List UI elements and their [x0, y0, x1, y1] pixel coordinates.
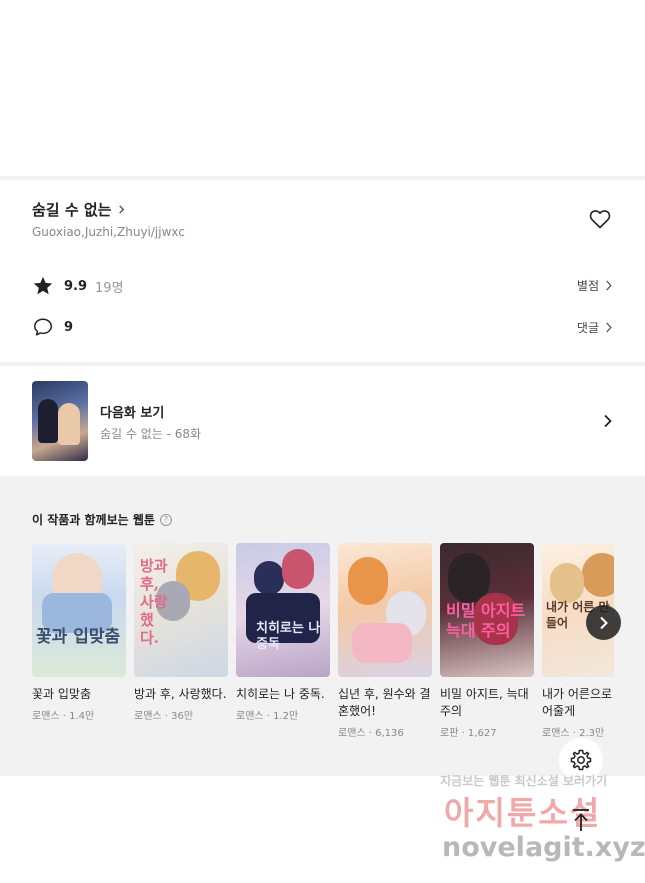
- recommendation-list: 꽃과 입맞춤 꽃과 입맞춤 로맨스 · 1.4만 방과 후, 사랑했다. 방과 …: [32, 543, 614, 753]
- chevron-right-icon: [606, 280, 612, 291]
- watermark-line3: novelagit.xyz: [442, 832, 645, 863]
- scroll-top-button[interactable]: [559, 798, 603, 842]
- next-episode-thumbnail: [32, 381, 88, 461]
- star-icon: [33, 276, 53, 295]
- next-episode-subtitle: 숨길 수 없는 - 68화: [100, 427, 202, 441]
- recommendation-title: 치히로는 나 중독.: [236, 687, 325, 701]
- recommendation-meta: 로맨스 · 2.3만: [542, 728, 605, 739]
- rating-count: 19명: [95, 280, 124, 296]
- recommendation-item[interactable]: 십년 후, 원수와 결혼했어! 로맨스 · 6,136: [338, 543, 432, 739]
- work-authors: Guoxiao,Juzhi,Zhuyi/jjwxc: [32, 225, 185, 239]
- heart-outline-icon[interactable]: [588, 207, 612, 231]
- chevron-right-icon: [606, 322, 612, 333]
- recommendation-cover: 비밀 아지트 늑대 주의: [440, 543, 534, 677]
- recommendation-title: 십년 후, 원수와 결혼했어!: [338, 687, 431, 718]
- rating-link-label: 별점: [576, 279, 599, 293]
- comment-link[interactable]: 댓글: [577, 319, 613, 336]
- recommendation-meta: 로맨스 · 1.4만: [32, 711, 95, 722]
- recommendation-title: 방과 후, 사랑했다.: [134, 687, 227, 701]
- recommendation-title: 내가 어른으로 들어줄게: [542, 687, 614, 718]
- comment-count: 9: [64, 319, 74, 335]
- recommendation-meta: 로판 · 1,627: [440, 728, 497, 739]
- recommendation-cover: [338, 543, 432, 677]
- recommendation-item[interactable]: 꽃과 입맞춤 꽃과 입맞춤 로맨스 · 1.4만: [32, 543, 126, 722]
- cover-title-text: 꽃과 입맞춤: [36, 627, 121, 647]
- work-info-card: 숨길 수 없는 Guoxiao,Juzhi,Zhuyi/jjwxc 9.9 19…: [0, 180, 645, 362]
- recommendations-heading-text: 이 작품과 함께보는 웹툰: [32, 513, 155, 527]
- recommendation-cover: 치히로는 나 중독: [236, 543, 330, 677]
- recommendation-title: 꽃과 입맞춤: [32, 687, 92, 701]
- rating-value: 9.9: [64, 278, 88, 294]
- comment-link-label: 댓글: [576, 321, 599, 335]
- page: 숨길 수 없는 Guoxiao,Juzhi,Zhuyi/jjwxc 9.9 19…: [0, 0, 645, 883]
- recommendation-title: 비밀 아지트, 늑대 주의: [440, 687, 529, 718]
- chevron-right-icon: [604, 414, 612, 428]
- rating-link[interactable]: 별점: [577, 277, 613, 294]
- recommendations-section: 이 작품과 함께보는 웹툰 ? 꽃과 입맞춤 꽃과 입맞춤 로맨스 · 1.4만: [0, 480, 645, 767]
- recommendation-item[interactable]: 내가 어른 만들어 내가 어른으로 들어줄게 로맨스 · 2.3만: [542, 543, 614, 739]
- recommendation-cover: 방과 후, 사랑했다.: [134, 543, 228, 677]
- next-episode-card[interactable]: 다음화 보기 숨길 수 없는 - 68화: [0, 366, 645, 476]
- top-blank-area: [0, 0, 645, 176]
- arrow-up-icon: [573, 809, 589, 831]
- cover-title-text: 방과 후, 사랑했다.: [140, 557, 168, 647]
- comment-bubble-icon: [34, 318, 52, 336]
- recommendation-cover: 꽃과 입맞춤: [32, 543, 126, 677]
- work-title: 숨길 수 없는: [32, 201, 112, 219]
- help-icon[interactable]: ?: [159, 513, 172, 526]
- cover-title-text: 비밀 아지트 늑대 주의: [446, 601, 526, 640]
- recommendation-meta: 로맨스 · 1.2만: [236, 711, 299, 722]
- comment-row: 9: [32, 316, 73, 338]
- watermark: 지금보는 웹툰 최신소설 보러가기 아지툰소설 novelagit.xyz: [440, 772, 645, 872]
- recommendation-item[interactable]: 치히로는 나 중독 치히로는 나 중독. 로맨스 · 1.2만: [236, 543, 330, 722]
- cover-title-text: 치히로는 나 중독: [256, 621, 321, 652]
- rating-row: 9.9 19명: [32, 275, 124, 297]
- recommendation-item[interactable]: 방과 후, 사랑했다. 방과 후, 사랑했다. 로맨스 · 36만: [134, 543, 228, 722]
- recommendation-meta: 로맨스 · 36만: [134, 711, 194, 722]
- recommendation-item[interactable]: 비밀 아지트 늑대 주의 비밀 아지트, 늑대 주의 로판 · 1,627: [440, 543, 534, 739]
- recommendations-heading: 이 작품과 함께보는 웹툰 ?: [32, 511, 172, 528]
- chevron-right-icon: [119, 205, 125, 214]
- carousel-next-button[interactable]: [586, 605, 621, 640]
- gear-icon: [570, 749, 592, 771]
- recommendation-meta: 로맨스 · 6,136: [338, 728, 404, 739]
- watermark-line1: 지금보는 웹툰 최신소설 보러가기: [440, 774, 608, 788]
- next-episode-title: 다음화 보기: [100, 406, 165, 421]
- work-title-link[interactable]: 숨길 수 없는: [32, 199, 126, 220]
- chevron-right-icon: [599, 616, 608, 629]
